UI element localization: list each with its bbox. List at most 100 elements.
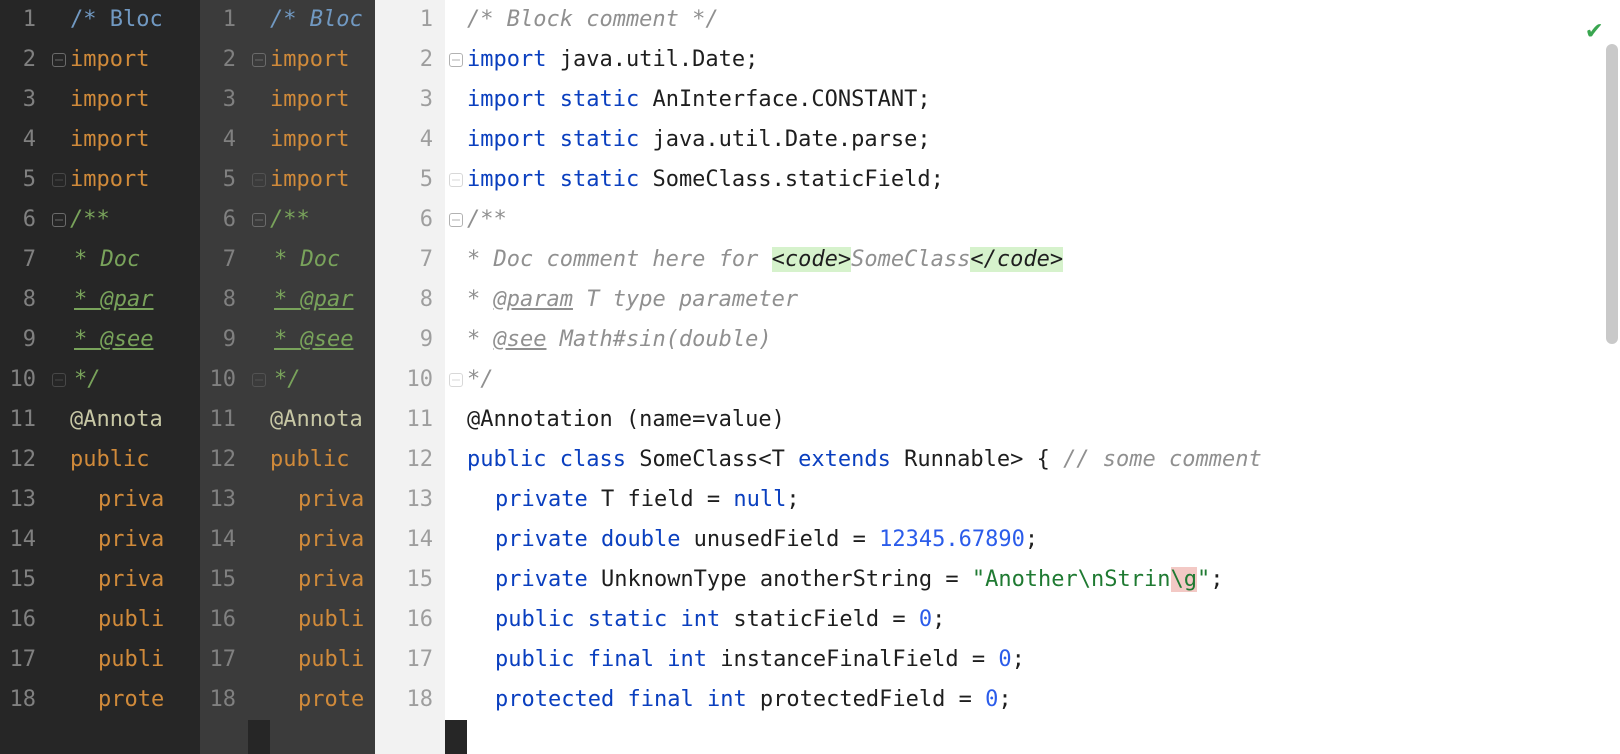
editor-pane-dark-2[interactable]: 1 2 3 4 5 6 7 8 9 10 11 12 13 14 15 16 1… bbox=[200, 0, 375, 754]
code-text: Strin bbox=[1104, 567, 1170, 592]
code-b[interactable]: /* Bloc import import import import /** … bbox=[270, 0, 375, 754]
code-text: @param bbox=[494, 287, 573, 312]
fold-toggle-icon[interactable] bbox=[52, 53, 66, 67]
line-number: 4 bbox=[200, 120, 236, 160]
code-text: // some comment bbox=[1063, 447, 1262, 472]
fold-cell bbox=[48, 680, 70, 720]
scroll-thumb[interactable] bbox=[1606, 44, 1618, 344]
fold-end-icon[interactable] bbox=[52, 373, 66, 387]
fold-end-icon[interactable] bbox=[449, 373, 463, 387]
fold-cell bbox=[248, 560, 270, 600]
fold-cell bbox=[445, 120, 467, 160]
code-text: ; bbox=[998, 687, 1011, 712]
fold-toggle-icon[interactable] bbox=[52, 213, 66, 227]
fold-cell bbox=[248, 240, 270, 280]
line-number: 17 bbox=[375, 640, 433, 680]
fold-cell bbox=[248, 480, 270, 520]
line-number: 14 bbox=[375, 520, 433, 560]
code-text: import bbox=[270, 127, 349, 152]
fold-column-c bbox=[445, 0, 467, 40]
fold-cell bbox=[445, 520, 467, 560]
fold-toggle-icon[interactable] bbox=[252, 213, 266, 227]
code-text: Math#sin(double) bbox=[546, 327, 771, 352]
fold-cell bbox=[248, 320, 270, 360]
line-number: 2 bbox=[0, 40, 36, 80]
fold-cell bbox=[445, 440, 467, 480]
code-text: * Doc bbox=[74, 247, 140, 272]
code-text: ; bbox=[1012, 647, 1025, 672]
fold-column-a bbox=[48, 0, 70, 754]
line-number: 17 bbox=[0, 640, 36, 680]
code-text: */ bbox=[74, 367, 101, 392]
code-text: </code> bbox=[970, 247, 1063, 272]
code-text: public bbox=[270, 447, 349, 472]
code-text: java.util.Date; bbox=[546, 47, 758, 72]
line-number: 8 bbox=[200, 280, 236, 320]
code-text: priva bbox=[298, 527, 364, 552]
fold-column-b bbox=[248, 0, 270, 754]
line-number: 16 bbox=[375, 600, 433, 640]
code-text: import bbox=[70, 87, 149, 112]
line-number: 7 bbox=[375, 240, 433, 280]
code-text: <code> bbox=[772, 247, 851, 272]
code-text: * Doc comment here for bbox=[467, 247, 772, 272]
fold-cell bbox=[248, 120, 270, 160]
fold-end-icon[interactable] bbox=[252, 173, 266, 187]
fold-cell bbox=[445, 480, 467, 520]
editor-three-way: 1 2 3 4 5 6 7 8 9 10 11 12 13 14 15 16 1… bbox=[0, 0, 1620, 754]
line-number: 15 bbox=[200, 560, 236, 600]
line-number: 6 bbox=[200, 200, 236, 240]
fold-cell bbox=[445, 200, 467, 240]
code-text: publi bbox=[98, 607, 164, 632]
line-number: 17 bbox=[200, 640, 236, 680]
code-text: static bbox=[574, 607, 667, 632]
code-text: prote bbox=[98, 687, 164, 712]
fold-cell bbox=[248, 80, 270, 120]
code-text: * Doc bbox=[274, 247, 340, 272]
code-text: java.util.Date.parse; bbox=[639, 127, 930, 152]
fold-cell bbox=[48, 80, 70, 120]
code-text: priva bbox=[98, 487, 164, 512]
line-number: 4 bbox=[375, 120, 433, 160]
code-text: * bbox=[467, 327, 494, 352]
code-text: */ bbox=[467, 367, 494, 392]
line-number: 9 bbox=[375, 320, 433, 360]
code-text: AnInterface.CONSTANT; bbox=[639, 87, 930, 112]
inspection-ok-icon[interactable]: ✔ bbox=[1586, 10, 1602, 50]
code-text: import bbox=[270, 47, 349, 72]
fold-cell bbox=[445, 360, 467, 400]
fold-cell bbox=[48, 160, 70, 200]
line-number: 4 bbox=[0, 120, 36, 160]
line-number: 3 bbox=[0, 80, 36, 120]
code-text: /** bbox=[270, 207, 310, 232]
code-text: public bbox=[467, 447, 546, 472]
fold-cell bbox=[248, 440, 270, 480]
editor-pane-light[interactable]: 1 2 3 4 5 6 7 8 9 10 11 12 13 14 15 16 1… bbox=[375, 0, 1620, 754]
line-number: 14 bbox=[0, 520, 36, 560]
fold-end-icon[interactable] bbox=[252, 373, 266, 387]
fold-cell bbox=[48, 360, 70, 400]
fold-cell bbox=[248, 520, 270, 560]
code-a[interactable]: /* Bloc import import import import /** … bbox=[70, 0, 200, 754]
fold-cell bbox=[445, 240, 467, 280]
code-text: ; bbox=[1025, 527, 1038, 552]
line-number: 13 bbox=[200, 480, 236, 520]
code-text: static bbox=[546, 87, 639, 112]
code-text: SomeClass.staticField; bbox=[639, 167, 944, 192]
code-text: SomeClass<T bbox=[626, 447, 798, 472]
fold-cell bbox=[445, 320, 467, 360]
fold-toggle-icon[interactable] bbox=[449, 213, 463, 227]
line-number: 8 bbox=[0, 280, 36, 320]
fold-end-icon[interactable] bbox=[449, 173, 463, 187]
fold-toggle-icon[interactable] bbox=[449, 53, 463, 67]
code-c[interactable]: /* Block comment */ import java.util.Dat… bbox=[467, 0, 1620, 754]
code-text: T type parameter bbox=[573, 287, 798, 312]
code-text: static bbox=[546, 167, 639, 192]
code-text: priva bbox=[98, 527, 164, 552]
fold-end-icon[interactable] bbox=[52, 173, 66, 187]
code-text: double bbox=[588, 527, 681, 552]
gutter-c: 1 2 3 4 5 6 7 8 9 10 11 12 13 14 15 16 1… bbox=[375, 0, 445, 754]
editor-pane-dark-1[interactable]: 1 2 3 4 5 6 7 8 9 10 11 12 13 14 15 16 1… bbox=[0, 0, 200, 754]
code-text: 0 bbox=[985, 687, 998, 712]
fold-toggle-icon[interactable] bbox=[252, 53, 266, 67]
